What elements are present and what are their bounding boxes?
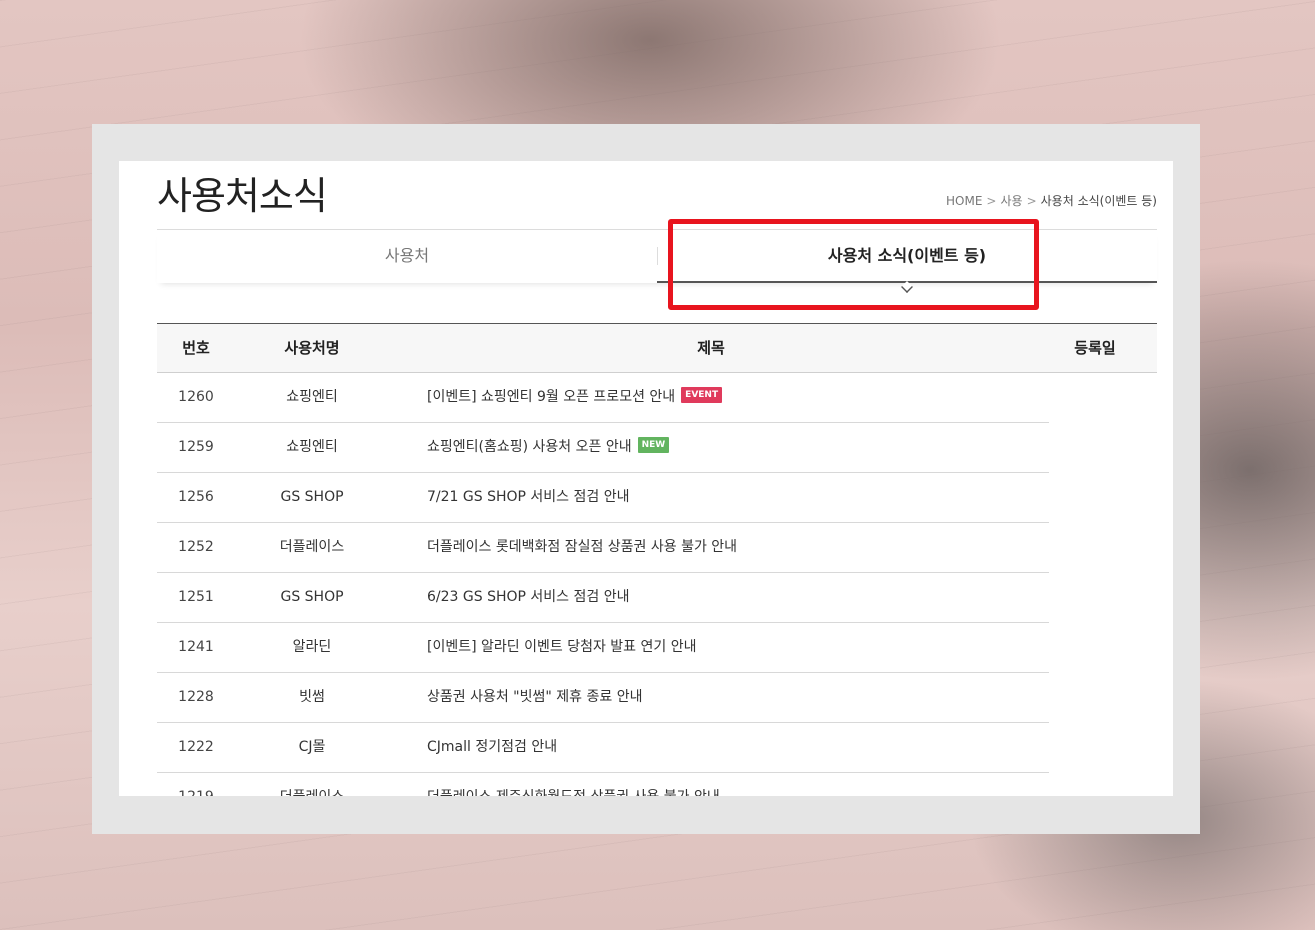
row-title[interactable]: 상품권 사용처 "빗썸" 제휴 종료 안내 [427, 673, 642, 722]
tab-stores[interactable]: 사용처 [157, 230, 657, 283]
breadcrumb-level1[interactable]: 사용 [1000, 194, 1022, 208]
row-title[interactable]: 더플레이스 롯데백화점 잠실점 상품권 사용 불가 안내 [427, 523, 737, 572]
row-store-name: 쇼핑엔티 [286, 389, 338, 405]
table-row[interactable]: 1252 더플레이스 더플레이스 롯데백화점 잠실점 상품권 사용 불가 안내 [157, 523, 1049, 573]
breadcrumb-separator: > [986, 194, 997, 208]
row-number: 1256 [178, 489, 214, 505]
table-row[interactable]: 1260 쇼핑엔티 [이벤트] 쇼핑엔티 9월 오픈 프로모션 안내 EVENT [157, 373, 1049, 423]
row-title[interactable]: CJmall 정기점검 안내 [427, 723, 557, 772]
header-date: 등록일 [1074, 339, 1116, 357]
row-number: 1222 [178, 739, 214, 755]
notice-list: 1260 쇼핑엔티 [이벤트] 쇼핑엔티 9월 오픈 프로모션 안내 EVENT … [157, 373, 1049, 796]
row-title[interactable]: 더플레이스 제주신화월드점 상품권 사용 불가 안내 [427, 773, 720, 796]
table-row[interactable]: 1256 GS SHOP 7/21 GS SHOP 서비스 점검 안내 [157, 473, 1049, 523]
breadcrumb: HOME > 사용 > 사용처 소식(이벤트 등) [946, 192, 1157, 209]
table-row[interactable]: 1241 알라딘 [이벤트] 알라딘 이벤트 당첨자 발표 연기 안내 [157, 623, 1049, 673]
breadcrumb-separator: > [1026, 194, 1037, 208]
row-store-name: GS SHOP [280, 489, 344, 505]
row-store-name: 쇼핑엔티 [286, 439, 338, 455]
content-panel: 사용처소식 HOME > 사용 > 사용처 소식(이벤트 등) 사용처 사용처 소식(이… [119, 161, 1173, 796]
row-title[interactable]: [이벤트] 쇼핑엔티 9월 오픈 프로모션 안내 EVENT [427, 373, 723, 422]
header-title: 제목 [697, 339, 725, 357]
row-title[interactable]: 쇼핑엔티(홈쇼핑) 사용처 오픈 안내 NEW [427, 423, 670, 472]
table-row[interactable]: 1222 CJ몰 CJmall 정기점검 안내 [157, 723, 1049, 773]
row-store-name: 빗썸 [299, 689, 325, 705]
table-header: 번호 사용처명 제목 등록일 [157, 323, 1157, 373]
tab-store-news[interactable]: 사용처 소식(이벤트 등) [657, 230, 1157, 283]
table-row[interactable]: 1259 쇼핑엔티 쇼핑엔티(홈쇼핑) 사용처 오픈 안내 NEW [157, 423, 1049, 473]
table-row[interactable]: 1228 빗썸 상품권 사용처 "빗썸" 제휴 종료 안내 [157, 673, 1049, 723]
row-store-name: CJ몰 [298, 739, 326, 755]
row-store-name: GS SHOP [280, 589, 344, 605]
row-number: 1252 [178, 539, 214, 555]
tab-bar: 사용처 사용처 소식(이벤트 등) [157, 229, 1157, 293]
row-number: 1259 [178, 439, 214, 455]
row-store-name: 더플레이스 [279, 539, 345, 555]
event-badge: EVENT [681, 387, 723, 403]
new-badge: NEW [637, 437, 670, 453]
row-title[interactable]: 6/23 GS SHOP 서비스 점검 안내 [427, 573, 629, 622]
row-title-text[interactable]: 쇼핑엔티(홈쇼핑) 사용처 오픈 안내 [427, 439, 632, 455]
row-number: 1219 [157, 773, 235, 796]
row-number: 1251 [178, 589, 214, 605]
row-title[interactable]: [이벤트] 알라딘 이벤트 당첨자 발표 연기 안내 [427, 623, 696, 672]
breadcrumb-home[interactable]: HOME [946, 194, 982, 208]
header-number: 번호 [182, 339, 210, 357]
row-title[interactable]: 7/21 GS SHOP 서비스 점검 안내 [427, 473, 629, 522]
row-store-name: 알라딘 [292, 639, 332, 655]
table-row[interactable]: 1251 GS SHOP 6/23 GS SHOP 서비스 점검 안내 [157, 573, 1049, 623]
header-store-name: 사용처명 [284, 339, 340, 357]
page-title: 사용처소식 [157, 174, 328, 218]
table-row[interactable]: 1219 더플레이스 더플레이스 제주신화월드점 상품권 사용 불가 안내 [157, 773, 1049, 796]
row-number: 1228 [178, 689, 214, 705]
row-title-text[interactable]: [이벤트] 쇼핑엔티 9월 오픈 프로모션 안내 [427, 389, 675, 405]
row-store-name: 더플레이스 [235, 773, 389, 796]
breadcrumb-current: 사용처 소식(이벤트 등) [1040, 194, 1157, 208]
row-number: 1260 [178, 389, 214, 405]
row-number: 1241 [178, 639, 214, 655]
